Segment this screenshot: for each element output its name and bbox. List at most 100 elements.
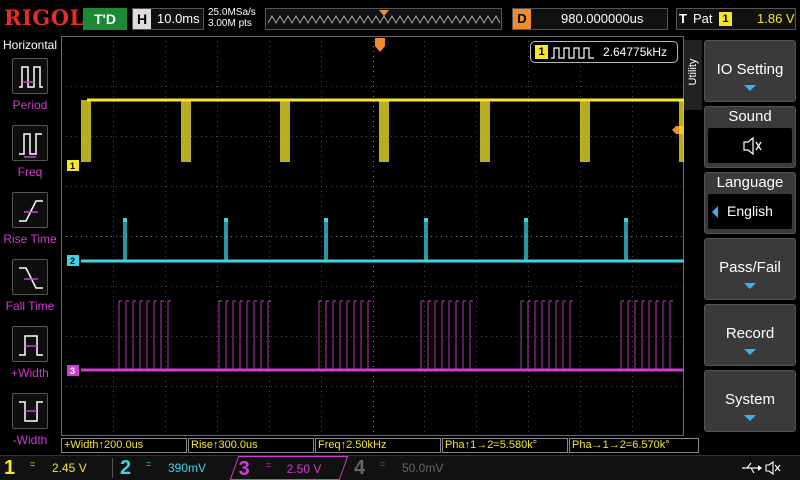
pass-fail-button[interactable]: Pass/Fail (704, 238, 796, 300)
record-label: Record (725, 325, 775, 342)
channel-2-status[interactable]: 2 = 390mV (116, 456, 226, 480)
period-button[interactable] (12, 58, 48, 94)
trigger-type: Pat (693, 11, 713, 26)
timebase-value: 10.0ms (157, 11, 200, 26)
io-setting-label: IO Setting (716, 61, 784, 78)
language-button[interactable]: Language English (704, 172, 796, 234)
run-state-badge[interactable]: T'D (83, 8, 127, 30)
measurement-phase-rise[interactable]: Pha↑1→2=5.580k° (442, 438, 568, 453)
channel-2-spike (424, 218, 428, 222)
chevron-down-icon (744, 349, 756, 355)
channel-2-pulse (123, 218, 127, 262)
record-button[interactable]: Record (704, 304, 796, 366)
freq-button[interactable] (12, 125, 48, 161)
negative-width-label: -Width (12, 433, 48, 447)
memory-depth: 3.00M pts (208, 18, 252, 29)
right-utility-menu: Utility IO Setting Sound Language Englis… (684, 36, 800, 454)
freq-label: Freq (17, 165, 43, 179)
channel-2-spike (123, 218, 127, 222)
channel-1-number: 1 (4, 457, 16, 479)
chevron-down-icon (744, 283, 756, 289)
memory-waveform-icon (267, 10, 501, 25)
channel-4-number: 4 (354, 457, 366, 479)
channel-2-pulse (424, 218, 428, 262)
chevron-down-icon (744, 415, 756, 421)
frequency-icon (19, 133, 42, 158)
sound-button[interactable]: Sound (704, 106, 796, 168)
language-label: Language (716, 174, 784, 191)
dc-coupling-icon: = (266, 460, 272, 470)
positive-width-button[interactable] (12, 326, 48, 362)
delay-box[interactable]: D 980.000000us (512, 8, 668, 30)
pass-fail-label: Pass/Fail (719, 259, 781, 276)
channel-4-scale: 50.0mV (402, 461, 444, 475)
dc-coupling-icon: = (380, 459, 386, 469)
waveform-canvas: 1 2 3 (61, 36, 684, 436)
fall-time-button[interactable] (12, 259, 48, 295)
channel-2-spike (524, 218, 528, 222)
trigger-position-icon (375, 38, 385, 52)
acquisition-info: 25.0MSa/s 3.00M pts (208, 7, 256, 29)
horizontal-label: H (133, 9, 151, 29)
channel-2-pulse (224, 218, 228, 262)
channel-1-scale: 2.45 V (52, 461, 87, 475)
channel-3-scale: 2.50 V (286, 462, 322, 476)
channel-2-pulse (524, 218, 528, 262)
system-label: System (724, 391, 775, 408)
measurement-phase-fall[interactable]: Pha→1→2=6.570k° (569, 438, 699, 453)
trigger-box[interactable]: T Pat 1 1.86 V (676, 8, 796, 30)
positive-width-icon (19, 335, 43, 356)
channel-2-spike (324, 218, 328, 222)
channel-1-pulse (480, 100, 490, 162)
negative-width-icon (19, 401, 43, 422)
positive-width-label: +Width (11, 366, 49, 380)
dc-coupling-icon: = (30, 459, 36, 469)
measurement-freq[interactable]: Freq↑2.50kHz (315, 438, 441, 453)
trigger-label: T (679, 11, 687, 26)
rise-time-button[interactable] (12, 192, 48, 228)
freq-channel-marker: 1 (535, 45, 548, 59)
fall-time-icon (19, 267, 43, 289)
channel-3-status[interactable]: 3 = 2.50 V (229, 456, 349, 480)
rise-time-label: Rise Time (3, 232, 57, 246)
channel-1-status[interactable]: 1 = 2.45 V (0, 456, 110, 480)
measurement-positive-width[interactable]: +Width↑200.0us (61, 438, 187, 453)
measurement-bar: +Width↑200.0us Rise↑300.0us Freq↑2.50kHz… (61, 438, 701, 454)
delay-value: 980.000000us (561, 11, 644, 26)
square-wave-icon (551, 47, 594, 59)
channel-1-pulse (379, 100, 389, 162)
trigger-position-marker (379, 10, 389, 16)
utility-tab[interactable]: Utility (684, 40, 702, 110)
top-status-bar: RIGOL T'D H 10.0ms 25.0MSa/s 3.00M pts D… (0, 0, 800, 36)
channel-3-number: 3 (238, 458, 250, 480)
trigger-level: 1.86 V (757, 11, 795, 26)
trigger-source: 1 (719, 12, 732, 26)
grid-border (61, 36, 684, 436)
channel-bar: 1 = 2.45 V 2 = 390mV 3 = 2.50 V 4 = 50.0… (0, 455, 800, 480)
channel-4-status[interactable]: 4 = 50.0mV (350, 456, 460, 480)
brand-logo: RIGOL (4, 5, 85, 30)
channel-1-marker-label: 1 (70, 161, 75, 171)
system-button[interactable]: System (704, 370, 796, 432)
waveform-display[interactable]: 1 2 3 (61, 36, 684, 436)
fall-time-label: Fall Time (5, 299, 55, 313)
channel-1-pulse (81, 100, 91, 162)
timebase-box[interactable]: H 10.0ms (132, 8, 204, 30)
freq-value: 2.64775kHz (603, 45, 668, 59)
dc-coupling-icon: = (146, 459, 152, 469)
channel-2-pulse (324, 218, 328, 262)
channel-1-pulse (280, 100, 290, 162)
sample-rate: 25.0MSa/s (208, 7, 256, 18)
rise-time-icon (19, 200, 43, 222)
channel-2-number: 2 (120, 457, 132, 479)
io-setting-button[interactable]: IO Setting (704, 40, 796, 102)
memory-overview-strip[interactable] (265, 8, 502, 30)
channel-3-marker-label: 3 (70, 366, 75, 376)
period-icon (19, 66, 43, 88)
language-value: English (727, 203, 773, 219)
measurement-rise[interactable]: Rise↑300.0us (188, 438, 314, 453)
negative-width-button[interactable] (12, 393, 48, 429)
channel-1-pulse (181, 100, 191, 162)
usb-icon (742, 460, 781, 476)
channel-2-marker-label: 2 (70, 256, 75, 266)
